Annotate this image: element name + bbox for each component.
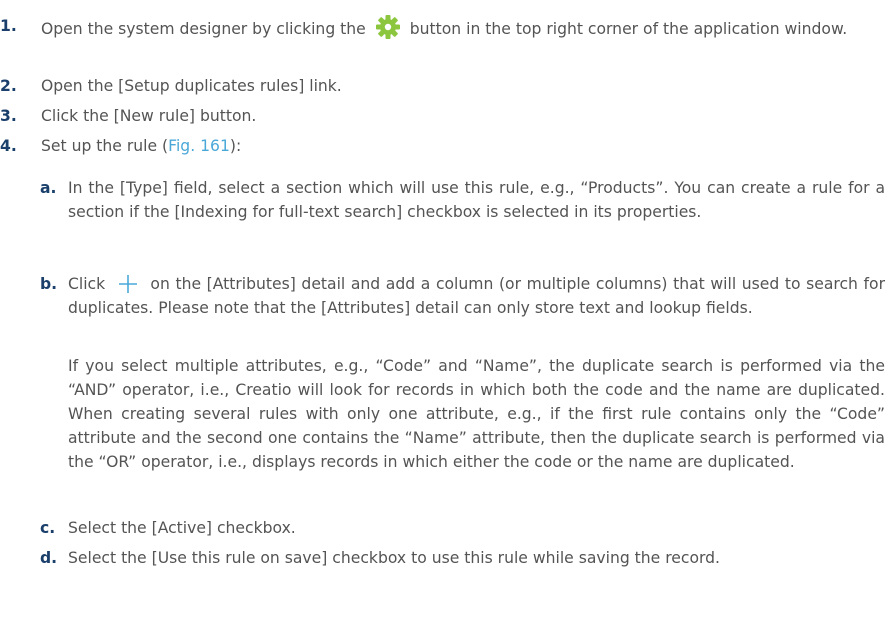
substep-text: Select the [Active] checkbox.	[68, 519, 296, 537]
step-number: 3.	[0, 107, 17, 125]
step-number: 2.	[0, 77, 17, 95]
step-text-end: ):	[229, 137, 242, 155]
substep-b: b. Click on the [Attributes] detail and …	[40, 272, 885, 320]
figure-link[interactable]: Fig. 161	[168, 137, 230, 155]
substep-text-continued: on the [Attributes] detail and add a col…	[68, 275, 885, 317]
substep-d: d. Select the [Use this rule on save] ch…	[40, 546, 885, 570]
substep-letter: b.	[40, 275, 58, 293]
step-text: Click the [New rule] button.	[41, 107, 257, 125]
substep-letter: d.	[40, 549, 58, 567]
step-1: 1. Open the system designer by clicking …	[0, 14, 885, 41]
step-text: Open the system designer by clicking the	[41, 20, 366, 38]
step-number: 4.	[0, 137, 17, 155]
substep-c: c. Select the [Active] checkbox.	[40, 516, 885, 540]
step-text-continued: button in the top right corner of the ap…	[409, 20, 848, 38]
gear-icon	[375, 15, 400, 39]
step-text: Set up the rule (	[41, 137, 169, 155]
plus-icon	[118, 275, 137, 293]
substep-a: a. In the [Type] field, select a section…	[40, 176, 885, 224]
substep-b-note: If you select multiple attributes, e.g.,…	[68, 357, 885, 471]
substep-letter: c.	[40, 519, 56, 537]
step-4: 4. Set up the rule (Fig. 161):	[0, 134, 885, 158]
step-number: 1.	[0, 17, 17, 35]
substep-text: Click	[68, 275, 106, 293]
substep-text: Select the [Use this rule on save] check…	[68, 549, 720, 567]
substep-text: In the [Type] field, select a section wh…	[68, 179, 885, 221]
step-text: Open the [Setup duplicates rules] link.	[41, 77, 342, 95]
step-2: 2. Open the [Setup duplicates rules] lin…	[0, 74, 885, 98]
step-3: 3. Click the [New rule] button.	[0, 104, 885, 128]
substep-letter: a.	[40, 179, 57, 197]
